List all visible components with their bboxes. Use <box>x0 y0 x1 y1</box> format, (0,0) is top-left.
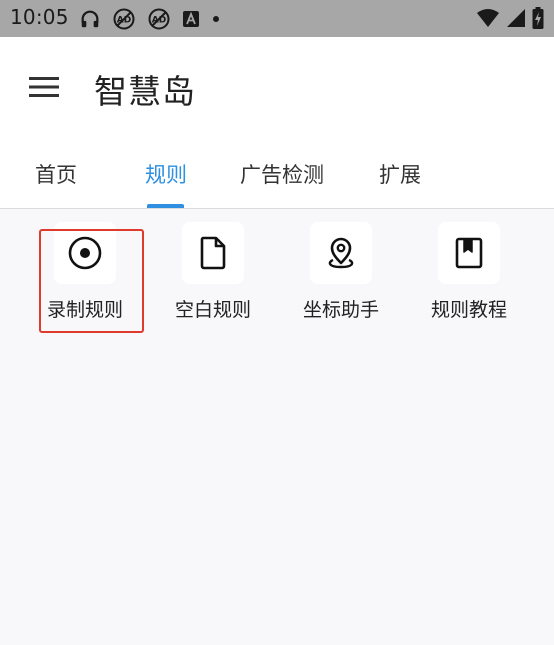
tab-ad-detection[interactable]: 广告检测 <box>240 159 324 189</box>
status-bar: 10:05 AD AD <box>0 0 554 37</box>
signal-icon <box>506 8 526 28</box>
tool-label: 录制规则 <box>47 299 124 321</box>
headphones-icon <box>79 8 101 30</box>
tool-record-rule[interactable]: 录制规则 <box>28 209 156 329</box>
no-sync-icon: AD <box>147 7 171 31</box>
font-icon <box>182 10 200 28</box>
menu-button[interactable] <box>24 69 64 105</box>
app-title: 智慧岛 <box>94 72 196 111</box>
tab-extensions[interactable]: 扩展 <box>379 159 421 189</box>
battery-charging-icon <box>532 7 544 29</box>
no-sync-icon: AD <box>112 7 136 31</box>
hamburger-menu-icon <box>29 77 59 97</box>
tool-icon-box <box>182 222 244 284</box>
tool-icon-box <box>54 222 116 284</box>
location-pin-icon <box>328 237 354 269</box>
status-icons-right <box>476 7 544 29</box>
tool-label: 空白规则 <box>175 299 252 321</box>
tool-coordinate-helper[interactable]: 坐标助手 <box>284 209 412 329</box>
tab-home[interactable]: 首页 <box>35 159 77 189</box>
wifi-icon <box>476 8 500 28</box>
dot-icon <box>211 14 221 24</box>
blank-document-icon <box>200 236 226 270</box>
tool-grid: 录制规则 空白规则 坐标助手 规则教程 <box>0 209 554 339</box>
app-bar: 智慧岛 <box>0 37 554 137</box>
tool-label: 规则教程 <box>431 299 508 321</box>
bookmark-book-icon <box>455 237 483 269</box>
tool-label: 坐标助手 <box>303 299 380 321</box>
tab-bar: 首页 规则 广告检测 扩展 <box>0 137 554 209</box>
active-tab-indicator <box>147 204 184 208</box>
tool-blank-rule[interactable]: 空白规则 <box>156 209 284 329</box>
tab-rules[interactable]: 规则 <box>145 159 187 189</box>
tool-icon-box <box>438 222 500 284</box>
tool-icon-box <box>310 222 372 284</box>
status-icons-left: AD AD <box>79 8 221 30</box>
status-time: 10:05 <box>10 5 69 29</box>
record-icon <box>68 236 102 270</box>
tool-rule-tutorial[interactable]: 规则教程 <box>412 209 540 329</box>
